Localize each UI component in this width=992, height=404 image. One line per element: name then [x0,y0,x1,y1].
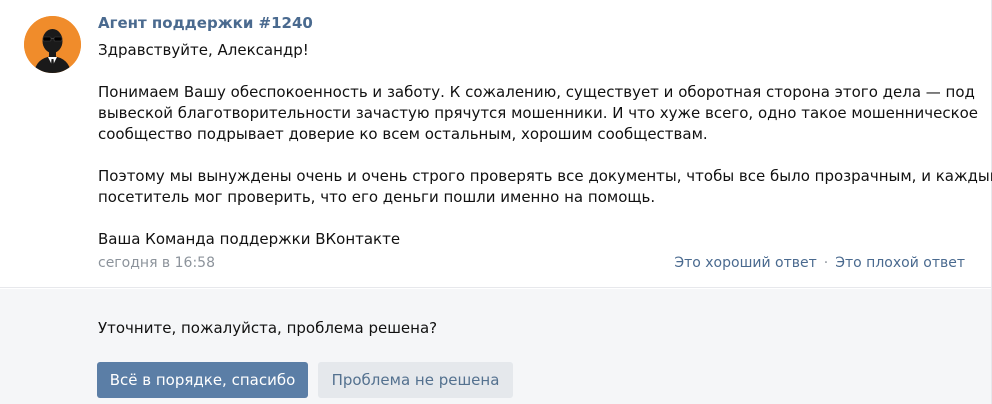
not-resolved-button[interactable]: Проблема не решена [318,362,513,398]
message-line: Поэтому мы вынуждены очень и очень строг… [98,167,992,185]
message-timestamp: сегодня в 16:58 [98,255,215,271]
rate-bad-link[interactable]: Это плохой ответ [835,255,965,271]
rate-separator: · [823,255,829,271]
answer-rating: Это хороший ответ · Это плохой ответ [674,255,965,271]
agent-avatar[interactable] [24,16,81,73]
resolved-button[interactable]: Всё в порядке, спасибо [97,362,308,398]
message-author[interactable]: Агент поддержки #1240 [98,14,313,32]
agent-in-sunglasses-icon [24,16,81,73]
message-line: Понимаем Вашу обеспокоенность и заботу. … [98,83,975,101]
message-body: Здравствуйте, Александр! Понимаем Вашу о… [98,40,992,250]
message-line: вывеской благотворительности зачастую пр… [98,104,979,122]
resolution-question: Уточните, пожалуйста, проблема решена? [98,319,438,337]
support-ticket-view: Агент поддержки #1240 Здравствуйте, Алек… [0,0,992,404]
message-paragraph-2: Поэтому мы вынуждены очень и очень строг… [98,166,992,208]
message-greeting: Здравствуйте, Александр! [98,41,309,59]
message-line: сообщество подрывает доверие ко всем ост… [98,125,708,143]
message-line: посетитель мог проверить, что его деньги… [98,188,656,206]
support-reply-message: Агент поддержки #1240 Здравствуйте, Алек… [0,0,992,288]
rate-good-link[interactable]: Это хороший ответ [674,255,816,271]
resolution-feedback-panel: Уточните, пожалуйста, проблема решена? В… [0,289,991,404]
message-signature: Ваша Команда поддержки ВКонтакте [98,230,401,248]
message-paragraph-1: Понимаем Вашу обеспокоенность и заботу. … [98,82,979,145]
